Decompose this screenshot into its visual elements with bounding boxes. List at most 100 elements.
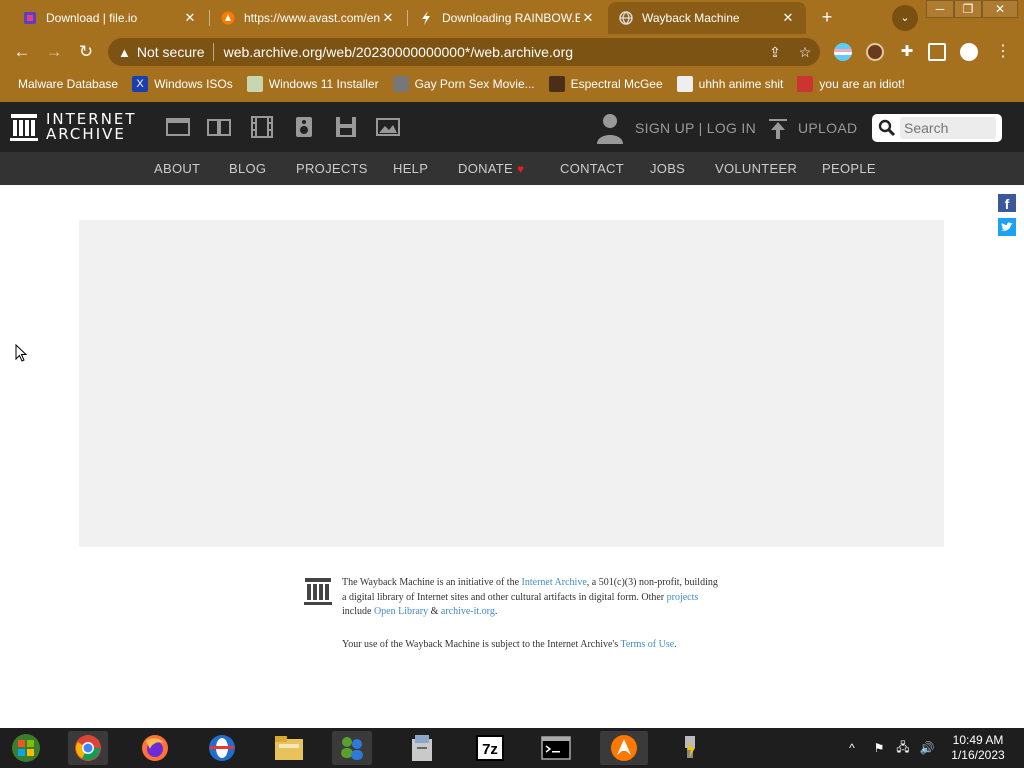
- images-picture-icon[interactable]: [376, 116, 400, 138]
- internet-archive-link[interactable]: Internet Archive: [522, 577, 587, 588]
- nav-volunteer[interactable]: VOLUNTEER: [715, 161, 797, 176]
- taskbar-messenger[interactable]: [332, 731, 372, 765]
- taskbar: 7z ^ ⚑ 🖧 🔊 10:49 AM 1/16/2023: [0, 728, 1024, 768]
- action-center-flag-icon[interactable]: ⚑: [871, 741, 887, 755]
- url-text[interactable]: web.archive.org/web/20230000000000*/web.…: [224, 44, 760, 60]
- close-window-button[interactable]: ✕: [982, 0, 1018, 18]
- bookmark-windows-isos[interactable]: X Windows ISOs: [132, 76, 233, 92]
- flag-favicon-icon: [797, 76, 814, 92]
- bookmark-gay-porn-sex-movie[interactable]: Gay Porn Sex Movie...: [392, 76, 535, 92]
- new-tab-button[interactable]: +: [815, 6, 839, 30]
- security-label[interactable]: Not secure: [137, 44, 205, 60]
- bookmark-malware-database[interactable]: Malware Database: [18, 77, 118, 91]
- nav-projects[interactable]: PROJECTS: [296, 161, 368, 176]
- nav-donate: DONATE: [458, 161, 514, 176]
- upload-link[interactable]: UPLOAD: [798, 120, 857, 136]
- start-orb-icon: [12, 734, 40, 762]
- nav-blog[interactable]: BLOG: [229, 161, 266, 176]
- open-library-link[interactable]: Open Library: [374, 606, 428, 617]
- bookmark-you-are-an-idiot[interactable]: you are an idiot!: [797, 76, 905, 92]
- system-tray: ^ ⚑ 🖧 🔊: [845, 728, 935, 768]
- address-bar[interactable]: ▲ Not secure web.archive.org/web/2023000…: [108, 38, 820, 66]
- menu-icon[interactable]: ⋮: [994, 43, 1012, 61]
- x-logo-icon: X: [132, 76, 149, 92]
- nav-jobs[interactable]: JOBS: [650, 161, 685, 176]
- taskbar-chrome[interactable]: [68, 731, 108, 765]
- user-icon[interactable]: [596, 112, 624, 144]
- forward-button[interactable]: →: [42, 41, 66, 63]
- nav-donate-item[interactable]: DONATE ♥: [458, 161, 524, 176]
- calendar-placeholder: [79, 220, 944, 547]
- web-icon[interactable]: [166, 116, 190, 138]
- tab-close-icon[interactable]: ✕: [580, 10, 596, 26]
- bookmark-label: uhhh anime shit: [698, 77, 784, 91]
- nav-people[interactable]: PEOPLE: [822, 161, 876, 176]
- search-input[interactable]: [900, 117, 996, 139]
- network-icon[interactable]: 🖧: [895, 738, 911, 759]
- nav-about[interactable]: ABOUT: [154, 161, 200, 176]
- nav-help[interactable]: HELP: [393, 161, 428, 176]
- video-film-icon[interactable]: [250, 116, 274, 138]
- tab-close-icon[interactable]: ✕: [182, 10, 198, 26]
- clock[interactable]: 10:49 AM 1/16/2023: [942, 733, 1014, 763]
- bookmark-star-icon[interactable]: ☆: [790, 44, 820, 61]
- start-button[interactable]: [6, 731, 46, 765]
- site-favicon-icon: [392, 76, 409, 92]
- profile-icon[interactable]: [960, 43, 978, 61]
- tab-avast[interactable]: https://www.avast.com/en- ✕: [210, 2, 406, 34]
- tab-wayback[interactable]: Wayback Machine ✕: [608, 2, 806, 34]
- back-button[interactable]: ←: [10, 41, 34, 63]
- search-icon[interactable]: [878, 119, 896, 137]
- minimize-button[interactable]: ─: [926, 0, 954, 18]
- firefox-icon: [142, 735, 168, 761]
- trans-flag-extension-icon[interactable]: [834, 43, 852, 61]
- opera-icon: [209, 735, 235, 761]
- archive-it-link[interactable]: archive-it.org: [441, 606, 495, 617]
- reload-button[interactable]: ↻: [74, 41, 98, 63]
- tab-close-icon[interactable]: ✕: [380, 10, 396, 26]
- taskbar-firefox[interactable]: [135, 731, 175, 765]
- facebook-icon[interactable]: f: [998, 194, 1016, 212]
- software-floppy-icon[interactable]: [334, 116, 358, 138]
- side-panel-icon[interactable]: [928, 43, 946, 61]
- ia-logo[interactable]: INTERNET ARCHIVE: [10, 112, 137, 142]
- ia-search-box[interactable]: [872, 114, 1002, 142]
- texts-book-icon[interactable]: [207, 116, 231, 138]
- ia-temple-icon: [304, 578, 332, 605]
- taskbar-command-prompt[interactable]: [536, 731, 576, 765]
- extensions-puzzle-icon[interactable]: ✚: [898, 43, 916, 61]
- twitter-icon[interactable]: [998, 218, 1016, 236]
- bookmark-uhhh-anime-shit[interactable]: uhhh anime shit: [676, 76, 784, 92]
- avatar-extension-icon[interactable]: [866, 43, 884, 61]
- taskbar-installer[interactable]: [402, 731, 442, 765]
- bookmark-windows-11-installer[interactable]: Windows 11 Installer: [246, 76, 379, 92]
- upload-icon[interactable]: [768, 118, 788, 140]
- tab-title: Download | file.io: [46, 11, 138, 25]
- mouse-cursor-icon: [15, 344, 28, 362]
- nav-contact[interactable]: CONTACT: [560, 161, 624, 176]
- taskbar-avast[interactable]: [600, 731, 648, 765]
- tab-close-icon[interactable]: ✕: [780, 10, 796, 26]
- signup-login-link[interactable]: SIGN UP | LOG IN: [635, 120, 756, 136]
- taskbar-file-explorer[interactable]: [269, 731, 309, 765]
- audio-speaker-icon[interactable]: [292, 116, 316, 138]
- terms-of-use-link[interactable]: Terms of Use: [620, 639, 674, 650]
- taskbar-usb-tool[interactable]: [670, 731, 710, 765]
- bookmark-espectral-mcgee[interactable]: Espectral McGee: [548, 76, 663, 92]
- projects-link[interactable]: projects: [667, 592, 699, 603]
- taskbar-7zip[interactable]: 7z: [470, 731, 510, 765]
- image-icon: [246, 76, 263, 92]
- show-hidden-icons-chevron-icon[interactable]: ^: [845, 741, 859, 755]
- folder-icon: [275, 736, 303, 760]
- avast-favicon-icon: [220, 10, 236, 26]
- tab-fileio[interactable]: Download | file.io ✕: [12, 2, 208, 34]
- volume-icon[interactable]: 🔊: [919, 741, 935, 755]
- tab-search-chevron-icon[interactable]: ⌄: [892, 5, 918, 31]
- taskbar-opera-gx[interactable]: [202, 731, 242, 765]
- restore-button[interactable]: ❐: [954, 0, 982, 18]
- tab-title: Wayback Machine: [642, 11, 740, 25]
- tab-downloading[interactable]: Downloading RAINBOW.E ✕: [408, 2, 606, 34]
- footer-about-text: The Wayback Machine is an initiative of …: [342, 576, 722, 620]
- warning-icon[interactable]: ▲: [118, 45, 131, 60]
- share-icon[interactable]: ⇪: [760, 44, 790, 61]
